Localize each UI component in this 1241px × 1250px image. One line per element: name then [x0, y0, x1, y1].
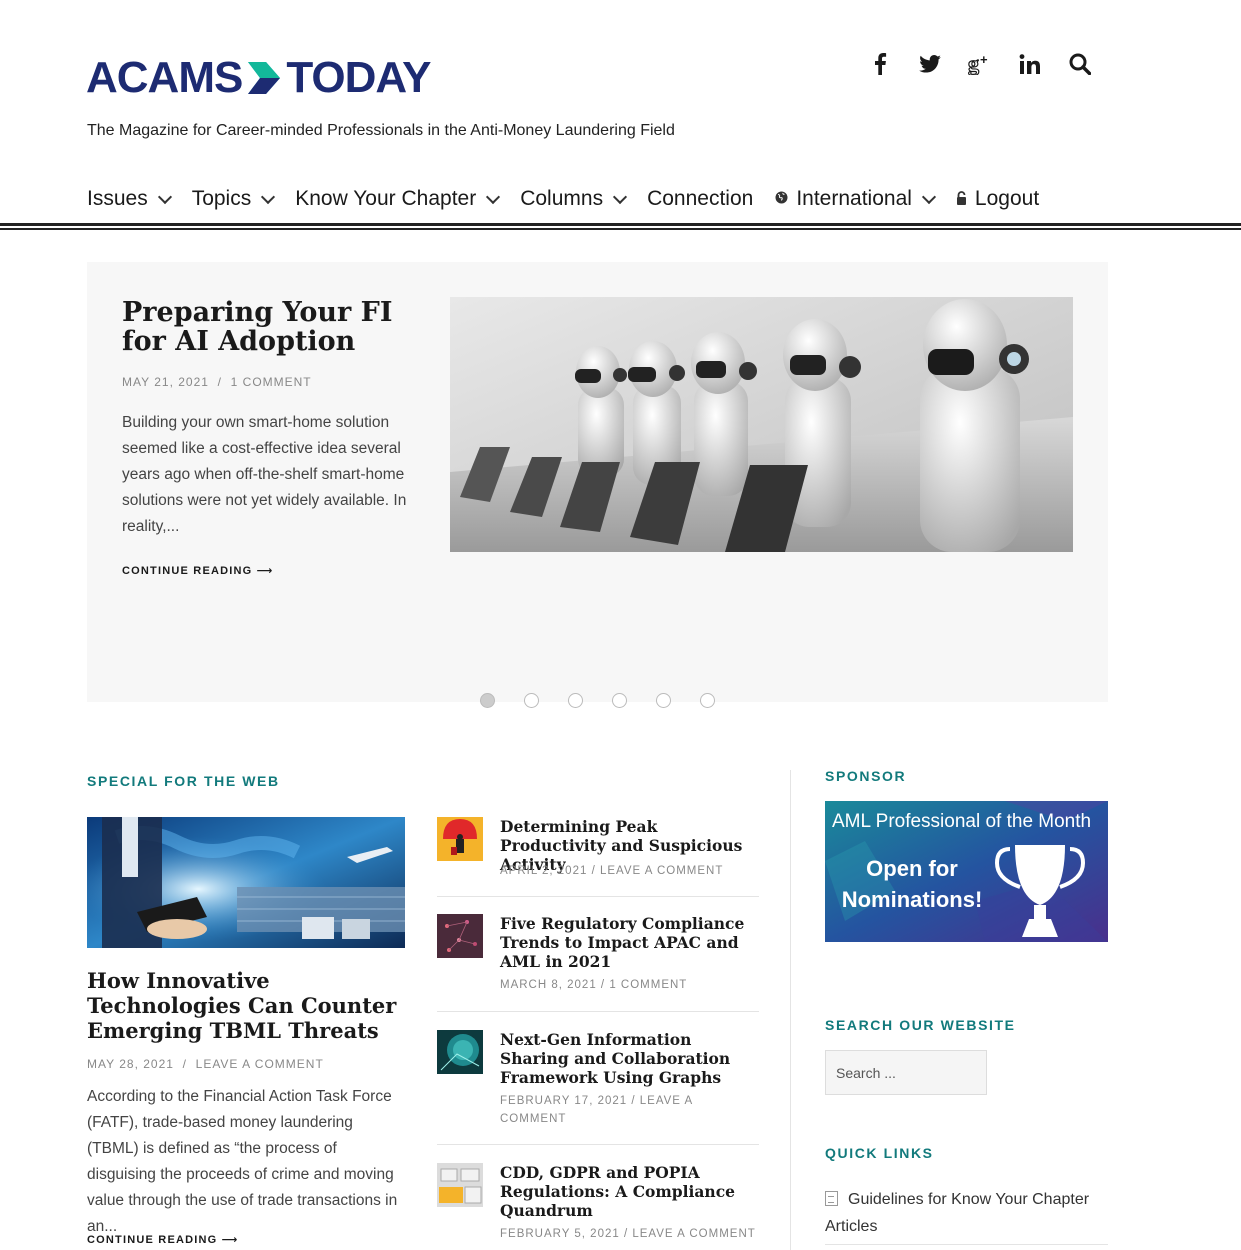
chevron-down-icon — [157, 189, 172, 204]
special-date: MAY 28, 2021 — [87, 1057, 174, 1071]
special-for-web-heading: SPECIAL FOR THE WEB — [87, 773, 280, 789]
list-divider — [437, 1144, 759, 1145]
site-tagline: The Magazine for Career-minded Professio… — [87, 122, 675, 139]
nav-know-your-chapter[interactable]: Know Your Chapter — [295, 187, 501, 211]
search-heading: SEARCH OUR WEBSITE — [825, 1017, 1016, 1033]
featured-comments[interactable]: 1 COMMENT — [231, 375, 312, 389]
nav-connection-label: Connection — [647, 187, 754, 210]
featured-date: MAY 21, 2021 — [122, 375, 209, 389]
slider-dots — [480, 693, 715, 708]
nav-connection[interactable]: Connection — [647, 187, 753, 211]
featured-image[interactable] — [450, 297, 1073, 552]
list-divider — [437, 1011, 759, 1012]
nav-topics[interactable]: Topics — [191, 187, 276, 211]
special-article-excerpt: According to the Financial Action Task F… — [87, 1088, 398, 1235]
twitter-icon[interactable] — [916, 50, 944, 78]
chevron-down-icon — [486, 189, 501, 204]
nav-international[interactable]: International — [775, 187, 936, 211]
svg-text:g: g — [968, 53, 979, 75]
special-article-meta: MAY 28, 2021 / LEAVE A COMMENT — [87, 1057, 324, 1071]
slider-dot[interactable] — [612, 693, 627, 708]
featured-meta: MAY 21, 2021 / 1 COMMENT — [122, 375, 312, 389]
nav-international-label: International — [796, 187, 912, 210]
logo-acams-text: ACAMS — [86, 53, 243, 102]
special-article-image[interactable] — [87, 817, 405, 948]
post-title[interactable]: Next-Gen Information Sharing and Collabo… — [500, 1030, 758, 1087]
logo-chevron-icon — [246, 58, 282, 98]
nav-divider — [0, 223, 1241, 226]
nav-logout-label: Logout — [974, 187, 1040, 210]
post-meta: APRIL 2, 2021 / LEAVE A COMMENT — [500, 865, 724, 877]
slider-dot[interactable] — [480, 693, 495, 708]
nav-topics-label: Topics — [191, 187, 252, 210]
post-title[interactable]: CDD, GDPR and POPIA Regulations: A Compl… — [500, 1163, 758, 1220]
nav-chapter-label: Know Your Chapter — [295, 187, 477, 210]
meta-separator: / — [178, 1057, 196, 1071]
document-icon — [825, 1191, 838, 1206]
nav-columns-label: Columns — [520, 187, 604, 210]
column-divider — [790, 770, 791, 1250]
post-thumbnail[interactable] — [437, 1163, 483, 1207]
list-divider — [437, 896, 759, 897]
nav-columns[interactable]: Columns — [520, 187, 628, 211]
continue-reading-link[interactable]: CONTINUE READING ⟶ — [87, 1233, 239, 1246]
slider-dot[interactable] — [656, 693, 671, 708]
google-plus-icon[interactable]: g + — [966, 50, 994, 78]
quick-link-item[interactable]: Guidelines for Know Your Chapter Article… — [825, 1186, 1108, 1240]
nav-issues[interactable]: Issues — [87, 187, 172, 211]
post-thumbnail[interactable] — [437, 914, 483, 958]
featured-slider: Preparing Your FI for AI Adoption MAY 21… — [87, 262, 1108, 702]
featured-excerpt: Building your own smart-home solution se… — [122, 414, 407, 535]
robot-1 — [575, 346, 627, 477]
search-input[interactable] — [825, 1050, 987, 1095]
sponsor-line2: Open for Nominations! — [841, 856, 983, 912]
lock-icon — [956, 190, 967, 208]
slider-dot[interactable] — [568, 693, 583, 708]
list-divider — [825, 1244, 1108, 1245]
quick-link-label: Guidelines for Know Your Chapter Article… — [825, 1191, 1090, 1235]
continue-reading-link[interactable]: CONTINUE READING ⟶ — [122, 564, 274, 577]
special-comments[interactable]: LEAVE A COMMENT — [196, 1057, 324, 1071]
sponsor-heading: SPONSOR — [825, 768, 907, 784]
post-title[interactable]: Five Regulatory Compliance Trends to Imp… — [500, 914, 758, 971]
svg-text:+: + — [980, 53, 988, 67]
linkedin-icon[interactable] — [1016, 50, 1044, 78]
chevron-down-icon — [261, 189, 276, 204]
quick-links-heading: QUICK LINKS — [825, 1145, 934, 1161]
nav-divider — [0, 228, 1241, 230]
sponsor-banner[interactable]: AML Professional of the Month Open for N… — [825, 801, 1108, 942]
meta-separator: / — [213, 375, 231, 389]
post-meta: FEBRUARY 17, 2021 / LEAVE A COMMENT — [500, 1095, 693, 1125]
logo-today-text: TODAY — [286, 53, 431, 102]
facebook-icon[interactable] — [866, 50, 894, 78]
main-nav: Issues Topics Know Your Chapter Columns … — [87, 183, 1061, 215]
social-links: g + — [866, 50, 1094, 78]
special-article-title[interactable]: How Innovative Technologies Can Counter … — [87, 968, 407, 1043]
chevron-down-icon — [921, 189, 936, 204]
nav-issues-label: Issues — [87, 187, 148, 210]
post-thumbnail[interactable] — [437, 817, 483, 861]
post-thumbnail[interactable] — [437, 1030, 483, 1074]
globe-icon — [775, 191, 788, 207]
post-meta: MARCH 8, 2021 / 1 COMMENT — [500, 979, 688, 991]
search-icon[interactable] — [1066, 50, 1094, 78]
sponsor-line1: AML Professional of the Month — [832, 811, 1092, 832]
slider-dot[interactable] — [700, 693, 715, 708]
chevron-down-icon — [613, 189, 628, 204]
slider-dot[interactable] — [524, 693, 539, 708]
nav-logout[interactable]: Logout — [956, 187, 1039, 211]
featured-title[interactable]: Preparing Your FI for AI Adoption — [122, 298, 422, 356]
post-meta: FEBRUARY 5, 2021 / LEAVE A COMMENT — [500, 1228, 756, 1240]
site-logo[interactable]: ACAMS TODAY — [86, 53, 432, 102]
